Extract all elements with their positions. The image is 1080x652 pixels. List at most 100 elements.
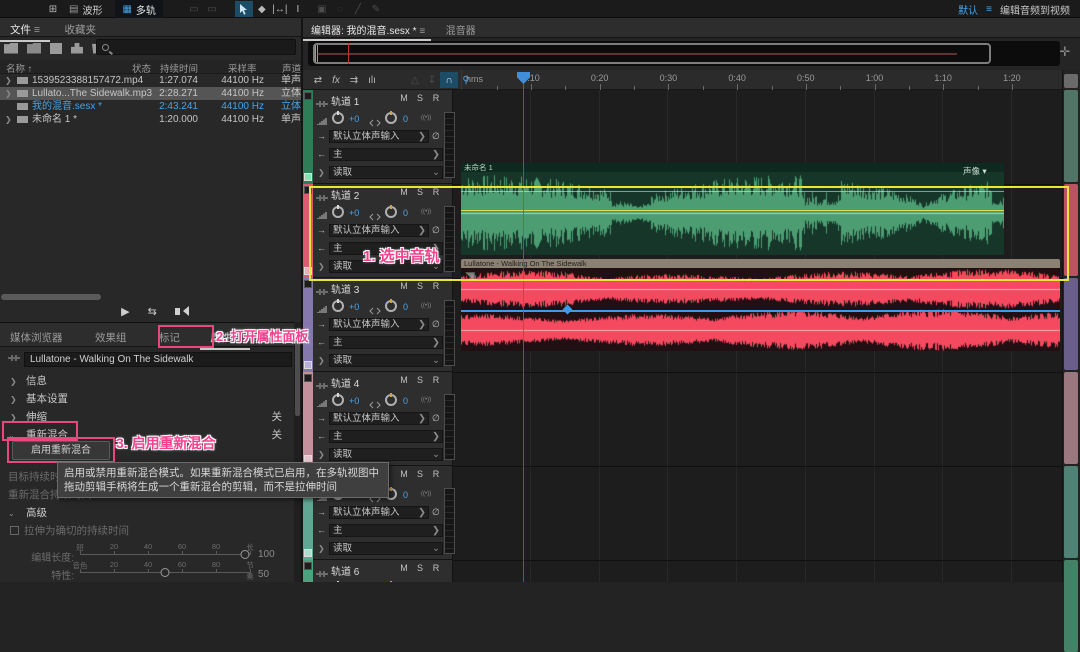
workspace-grid-icon[interactable]: ⊞ [44,1,62,17]
solo-button[interactable]: S [414,93,426,103]
lasso-tool-icon[interactable]: ◌ [331,1,349,17]
timeline-ruler[interactable]: 0:100:200:300:400:501:001:101:20 [461,70,1060,90]
record-arm-button[interactable]: R [430,281,442,291]
open-file-icon[interactable] [4,43,18,54]
fx-icon[interactable]: fx [327,72,345,88]
input-selector[interactable]: 默认立体声输入❯ [329,506,429,519]
panel-menu-icon[interactable]: ≡ [419,26,425,37]
multitrack-view-button[interactable]: ▦多轨 [115,0,162,18]
speaker-button[interactable] [175,302,180,320]
vscroll-track-segment[interactable] [1064,560,1078,652]
pan-value[interactable]: 0 [403,490,408,500]
monitor-icon[interactable]: ((•)) [421,397,431,403]
solo-button[interactable]: S [414,281,426,291]
meters-icon[interactable]: ılı [363,72,381,88]
track-swatch-icon[interactable] [304,549,312,557]
tab-mixer[interactable]: 混音器 [436,18,486,40]
slider-handle[interactable] [240,550,249,559]
col-duration[interactable]: 持续时间 [160,61,198,75]
expand-icon[interactable]: ❯ [5,87,12,100]
stretch-exact-checkbox[interactable]: 拉伸为确切的持续时间 [0,523,292,540]
razor-tool-icon[interactable]: ◆ [253,1,271,17]
track-minimize-icon[interactable] [304,562,312,570]
record-arm-button[interactable]: R [430,469,442,479]
text-tool-icon[interactable]: I [289,1,307,17]
routing-icon[interactable]: ⇉ [345,72,363,88]
volume-value[interactable]: +0 [349,302,359,312]
waveform-display-icon[interactable]: ▭ [185,1,203,17]
tab-effects-rack[interactable]: 效果组 [85,326,137,348]
features-slider[interactable]: 音色20406080节奏 [80,561,250,579]
track-swatch-icon[interactable] [304,173,312,181]
slider-handle[interactable] [161,568,170,577]
volume-knob[interactable] [332,394,344,406]
loop-button[interactable]: ⇆ [148,305,157,318]
expand-icon[interactable]: ❯ [5,113,12,126]
new-media-icon[interactable] [50,43,62,54]
input-selector[interactable]: 默认立体声输入❯ [329,412,429,425]
insert-into-multitrack-icon[interactable] [71,43,83,54]
monitor-icon[interactable]: ((•)) [421,303,431,309]
monitor-icon[interactable]: ((•)) [421,115,431,121]
output-selector[interactable]: 主❯ [329,336,443,349]
automation-mode-selector[interactable]: 读取⌄ [329,354,443,367]
output-selector[interactable]: 主❯ [329,430,443,443]
file-row[interactable]: ❯未命名 1 *1:20.00044100 Hz单声道 [0,113,301,126]
track-header-4[interactable]: 轨道 4MSR+00((•))→默认立体声输入❯∅←主❯❯读取⌄ [303,372,453,466]
input-selector[interactable]: 默认立体声输入❯ [329,130,429,143]
pan-value[interactable]: 0 [403,302,408,312]
slip-tool-icon[interactable]: |↔| [271,1,289,17]
file-row[interactable]: ❯Lullato...The Sidewalk.mp32:28.27144100… [0,87,301,100]
no-input-icon[interactable]: ∅ [432,131,440,142]
automation-expand-icon[interactable]: ❯ [318,356,325,365]
spectral-display-icon[interactable]: ▭ [203,1,221,17]
volume-value[interactable]: +0 [349,114,359,124]
output-selector[interactable]: 主❯ [329,148,443,161]
vscroll-track-segment[interactable] [1064,278,1078,370]
automation-mode-selector[interactable]: 读取⌄ [329,448,443,461]
track-minimize-icon[interactable] [304,92,312,100]
waveform-view-button[interactable]: ▤波形 [62,0,109,18]
tab-favorites[interactable]: 收藏夹 [55,18,107,40]
automation-expand-icon[interactable]: ❯ [318,544,325,553]
section-basic-settings[interactable]: ❯基本设置 [0,391,292,408]
mute-button[interactable]: M [398,281,410,291]
vscroll-track-segment[interactable] [1064,90,1078,182]
punch-in-icon[interactable]: ↧ [423,72,441,88]
output-selector[interactable]: 主❯ [329,524,443,537]
track-name[interactable]: 轨道 6 [331,563,359,578]
pan-knob[interactable] [385,112,397,124]
col-status[interactable]: 状态 [132,61,151,75]
pan-value[interactable]: 0 [403,396,408,406]
properties-scrollbar-thumb[interactable] [295,336,300,416]
mute-button[interactable]: M [398,563,410,573]
col-name[interactable]: 名称 ↑ [6,61,32,75]
envelope-selector-track1[interactable]: 声像 ▾ [963,165,987,177]
mute-button[interactable]: M [398,375,410,385]
metronome-icon[interactable]: △ [406,72,424,88]
volume-value[interactable]: +0 [349,396,359,406]
pencil-tool-icon[interactable]: ╱ [349,1,367,17]
volume-knob[interactable] [332,300,344,312]
workspace-menu-icon[interactable]: ≡ [986,4,992,15]
track-swatch-icon[interactable] [304,361,312,369]
automation-expand-icon[interactable]: ❯ [318,450,325,459]
vscroll-track-segment[interactable] [1064,466,1078,558]
clip-name-field[interactable]: Lullatone - Walking On The Sidewalk [24,352,292,367]
move-tool-icon[interactable] [235,1,253,17]
file-row[interactable]: ❯1539523388157472.mp41:27.07444100 Hz单声道 [0,74,301,87]
automation-expand-icon[interactable]: ❯ [318,168,325,177]
play-button[interactable]: ▶ [121,305,129,318]
search-input[interactable] [96,39,296,55]
file-row[interactable]: 我的混音.sesx *2:43.24144100 Hz立体声 [0,100,301,113]
vscroll-track-segment[interactable] [1064,372,1078,464]
track-name[interactable]: 轨道 1 [331,93,359,108]
vscroll-cap[interactable] [1064,74,1078,88]
track-name[interactable]: 轨道 3 [331,281,359,296]
input-selector[interactable]: 默认立体声输入❯ [329,318,429,331]
expand-icon[interactable]: ❯ [5,74,12,87]
track-name[interactable]: 轨道 4 [331,375,359,390]
edit-length-slider[interactable]: 短20406080长 [80,543,250,561]
record-arm-button[interactable]: R [430,375,442,385]
snap-magnet-icon[interactable]: ∩ [440,72,458,88]
